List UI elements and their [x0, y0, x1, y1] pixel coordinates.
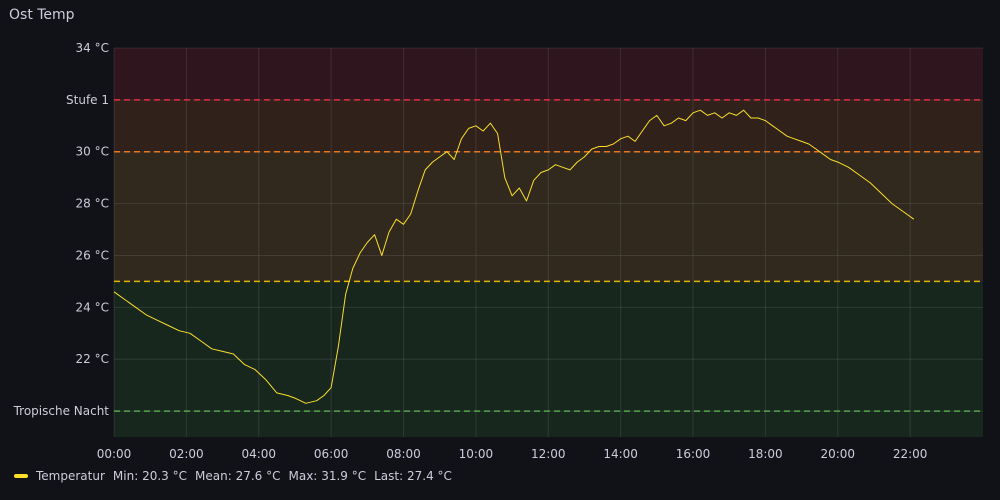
y-tick-label: 28 °C — [76, 197, 109, 211]
y-tick-label: 24 °C — [76, 300, 109, 314]
x-tick-label: 10:00 — [459, 447, 494, 461]
legend-series-swatch — [14, 474, 28, 478]
legend-max-label: Max: — [288, 469, 318, 483]
x-tick-label: 00:00 — [97, 447, 132, 461]
y-tick-label: Tropische Nacht — [13, 404, 110, 418]
x-tick-label: 02:00 — [169, 447, 204, 461]
legend-series-name[interactable]: Temperatur — [36, 469, 105, 483]
legend-max-value: 31.9 °C — [321, 469, 367, 483]
legend-mean-label: Mean: — [195, 469, 232, 483]
y-tick-label: 30 °C — [76, 145, 109, 159]
dashboard-panel: Ost Temp Tropische Nacht 22 °C 24 °C 26 °C 2… — [0, 0, 1000, 500]
x-tick-label: 06:00 — [314, 447, 349, 461]
legend-last-value: 27.4 °C — [406, 469, 452, 483]
x-tick-label: 08:00 — [386, 447, 421, 461]
temperature-chart[interactable]: Tropische Nacht 22 °C 24 °C 26 °C 28 °C 30 °C… — [0, 0, 1000, 500]
legend-min-value: 20.3 °C — [142, 469, 187, 483]
x-tick-label: 20:00 — [820, 447, 855, 461]
legend-last-label: Last: — [374, 469, 404, 483]
legend-mean-value: 27.6 °C — [235, 469, 281, 483]
x-tick-label: 16:00 — [676, 447, 711, 461]
legend-min-label: Min: — [112, 469, 139, 483]
chart-legend[interactable]: Temperatur Min: 20.3 °C Mean: 27.6 °C Ma… — [14, 469, 460, 483]
x-tick-label: 14:00 — [603, 447, 638, 461]
y-tick-label: Stufe 1 — [66, 93, 109, 107]
x-tick-label: 04:00 — [241, 447, 276, 461]
x-tick-label: 18:00 — [748, 447, 783, 461]
x-axis-ticks: 00:00 02:00 04:00 06:00 08:00 10:00 12:00 14:00… — [97, 447, 928, 461]
y-tick-label: 34 °C — [76, 41, 109, 55]
y-tick-label: 22 °C — [76, 352, 109, 366]
y-axis-ticks: Tropische Nacht 22 °C 24 °C 26 °C 28 °C 30 °C… — [13, 41, 110, 418]
x-tick-label: 22:00 — [893, 447, 928, 461]
y-tick-label: 26 °C — [76, 248, 109, 262]
x-tick-label: 12:00 — [531, 447, 566, 461]
